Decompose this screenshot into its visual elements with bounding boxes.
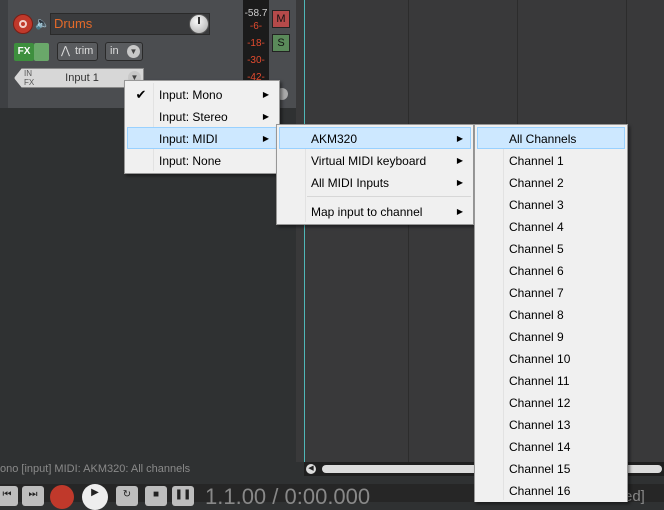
menu-item-input-stereo[interactable]: Input: Stereo ▶	[127, 105, 277, 127]
solo-label: S	[277, 37, 285, 49]
submenu-arrow-icon: ▶	[262, 90, 269, 99]
solo-button[interactable]: S	[272, 34, 290, 52]
menu-item-label: Channel 8	[509, 308, 564, 322]
trim-label: trim	[75, 45, 94, 57]
automation-mode-button[interactable]: ⋀ trim	[57, 42, 98, 61]
track-folder-strip	[0, 0, 8, 108]
menu-item-label: Channel 13	[509, 418, 571, 432]
menu-item-label: Channel 12	[509, 396, 571, 410]
menu-item-virtual-midi-keyboard[interactable]: Virtual MIDI keyboard ▶	[279, 149, 471, 171]
menu-item-label: Channel 6	[509, 264, 564, 278]
menu-item-label: Channel 16	[509, 484, 571, 498]
menu-item-label: Channel 5	[509, 242, 564, 256]
input-selector-label: Input 1	[65, 72, 99, 84]
menu-item-channel[interactable]: Channel 13	[477, 413, 625, 435]
edit-cursor	[304, 0, 305, 462]
speaker-icon[interactable]: 🔈	[35, 16, 50, 30]
menu-item-label: Channel 15	[509, 462, 571, 476]
menu-item-channel[interactable]: Channel 16	[477, 479, 625, 501]
menu-item-all-midi-inputs[interactable]: All MIDI Inputs ▶	[279, 171, 471, 193]
menu-item-label: All Channels	[509, 132, 577, 146]
volume-knob[interactable]	[189, 14, 209, 34]
meter-scale-label: -6-	[249, 21, 263, 32]
meter-peak-value: -58.7	[244, 8, 268, 19]
stop-icon[interactable]: ■	[145, 486, 167, 506]
menu-item-label: Channel 4	[509, 220, 564, 234]
midi-device-menu: AKM320 ▶ Virtual MIDI keyboard ▶ All MID…	[276, 124, 474, 225]
meter-scale-label: -30-	[247, 55, 265, 66]
menu-item-label: Channel 7	[509, 286, 564, 300]
menu-item-channel[interactable]: Channel 2	[477, 171, 625, 193]
record-icon[interactable]	[50, 485, 74, 509]
mute-label: M	[276, 13, 286, 25]
menu-item-channel[interactable]: Channel 14	[477, 435, 625, 457]
menu-separator	[307, 196, 471, 197]
menu-item-input-mono[interactable]: ✔ Input: Mono ▶	[127, 83, 277, 105]
menu-item-akm320[interactable]: AKM320 ▶	[279, 127, 471, 149]
menu-item-label: Input: Stereo	[159, 110, 228, 124]
menu-item-label: Channel 2	[509, 176, 564, 190]
menu-item-label: Channel 14	[509, 440, 571, 454]
menu-item-channel[interactable]: Channel 4	[477, 215, 625, 237]
track-name-field[interactable]: Drums	[50, 13, 210, 35]
menu-item-input-midi[interactable]: Input: MIDI ▶	[127, 127, 277, 149]
menu-item-label: Channel 9	[509, 330, 564, 344]
menu-item-map-input-to-channel[interactable]: Map input to channel ▶	[279, 200, 471, 222]
menu-item-channel[interactable]: Channel 10	[477, 347, 625, 369]
input-monitor-button[interactable]: in ▼	[105, 42, 143, 61]
fx-bypass-toggle[interactable]	[34, 43, 49, 61]
status-text: ono [input] MIDI: AKM320: All channels	[0, 463, 191, 475]
submenu-arrow-icon: ▶	[262, 134, 269, 143]
mute-button[interactable]: M	[272, 10, 290, 28]
skip-forward-icon[interactable]: ⏭	[22, 486, 44, 506]
menu-item-channel[interactable]: Channel 11	[477, 369, 625, 391]
repeat-icon[interactable]: ↻	[116, 486, 138, 506]
time-display: 1.1.00 / 0:00.000	[205, 484, 371, 509]
checkmark-icon: ✔	[135, 87, 147, 102]
scroll-left-icon[interactable]: ◀	[306, 464, 316, 474]
menu-item-channel[interactable]: Channel 1	[477, 149, 625, 171]
menu-item-channel[interactable]: Channel 6	[477, 259, 625, 281]
play-icon[interactable]: ▶	[82, 484, 108, 510]
menu-item-label: Input: Mono	[159, 88, 223, 102]
menu-item-channel[interactable]: Channel 7	[477, 281, 625, 303]
record-arm-button[interactable]	[13, 14, 33, 34]
fx-button[interactable]: FX	[14, 43, 34, 61]
submenu-arrow-icon: ▶	[456, 178, 463, 187]
input-fx-tag: IN FX	[24, 69, 35, 87]
submenu-arrow-icon: ▶	[262, 112, 269, 121]
menu-item-channel[interactable]: Channel 9	[477, 325, 625, 347]
in-label: in	[110, 45, 119, 57]
menu-item-label: Channel 10	[509, 352, 571, 366]
input-type-menu: ✔ Input: Mono ▶ Input: Stereo ▶ Input: M…	[124, 80, 280, 174]
pause-icon[interactable]: ❚❚	[172, 486, 194, 506]
fx-label: FX	[17, 46, 31, 57]
menu-item-label: Channel 1	[509, 154, 564, 168]
envelope-icon: ⋀	[61, 45, 71, 57]
menu-item-label: Channel 11	[509, 374, 570, 388]
skip-back-icon[interactable]: ⏮	[0, 486, 18, 506]
menu-item-channel[interactable]: Channel 3	[477, 193, 625, 215]
menu-item-channel[interactable]: Channel 15	[477, 457, 625, 479]
menu-item-label: Virtual MIDI keyboard	[311, 154, 427, 168]
menu-item-label: All MIDI Inputs	[311, 176, 390, 190]
menu-item-label: Input: MIDI	[159, 132, 218, 146]
midi-channel-menu: All Channels Channel 1 Channel 2 Channel 3 C…	[474, 124, 628, 502]
menu-item-label: AKM320	[311, 132, 358, 146]
menu-item-channel[interactable]: Channel 12	[477, 391, 625, 413]
menu-item-channel[interactable]: Channel 5	[477, 237, 625, 259]
menu-item-label: Input: None	[159, 154, 222, 168]
menu-item-label: Channel 3	[509, 198, 564, 212]
menu-item-channel[interactable]: Channel 8	[477, 303, 625, 325]
menu-item-label: Map input to channel	[311, 205, 423, 219]
menu-item-input-none[interactable]: Input: None	[127, 149, 277, 171]
chevron-down-icon: ▼	[127, 45, 140, 58]
submenu-arrow-icon: ▶	[456, 207, 463, 216]
submenu-arrow-icon: ▶	[456, 156, 463, 165]
submenu-arrow-icon: ▶	[456, 134, 463, 143]
track-name: Drums	[54, 16, 93, 31]
meter-scale-label: -18-	[247, 38, 265, 49]
menu-item-all-channels[interactable]: All Channels	[477, 127, 625, 149]
grid-line	[408, 0, 409, 462]
